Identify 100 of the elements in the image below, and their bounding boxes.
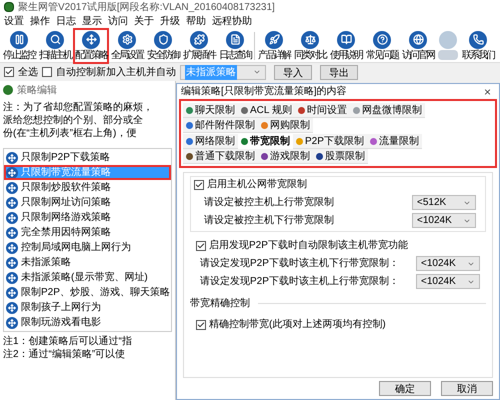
toolbar-button[interactable]: 配置策略 xyxy=(73,28,109,64)
dialog-title: 编辑策略[只限制带宽流量策略]的内容 xyxy=(181,84,347,99)
tab-icon xyxy=(186,138,193,144)
tab[interactable]: 邮件附件限制 xyxy=(183,118,258,133)
tab[interactable]: 网购限制 xyxy=(258,118,313,133)
tab-icon xyxy=(261,152,268,160)
checkbox[interactable] xyxy=(42,67,52,77)
policy-item[interactable]: 只限制网络游戏策略 xyxy=(4,210,171,225)
menu-item[interactable]: 升级 xyxy=(160,14,180,29)
tab-icon xyxy=(298,106,305,114)
panel-title: 策略编辑 xyxy=(17,84,57,98)
menu-item[interactable]: 日志 xyxy=(56,14,76,29)
tab[interactable]: 时间设置 xyxy=(294,103,350,118)
note-text: 注2：通过“编辑策略”可以使 xyxy=(3,348,126,361)
note-text: 份(在“主机列表”框右上角)，便 xyxy=(3,127,138,140)
policy-item[interactable]: 只限制炒股软件策略 xyxy=(4,180,171,195)
policy-item[interactable]: 控制局域网电脑上网行为 xyxy=(4,240,171,255)
tab[interactable]: 网络限制 xyxy=(183,134,238,149)
setting-label: 请设定发现P2P下载时该主机下行带宽限制： xyxy=(200,256,399,271)
toolbar-button[interactable]: 常见问题 xyxy=(364,28,400,64)
checkbox[interactable] xyxy=(196,240,206,250)
toolbar-text-button[interactable]: 导出 xyxy=(320,64,358,80)
toolbar-button[interactable]: 日志查询 xyxy=(217,28,253,64)
toolbar-button[interactable]: 扩展插件 xyxy=(181,28,217,64)
setting-label: 请设定被控主机上行带宽限制 xyxy=(204,196,334,210)
policy-icon xyxy=(6,196,18,208)
note-text: 派给您想控制的个别、部分或全 xyxy=(3,114,144,127)
policy-item[interactable]: 限制P2P、炒股、游戏、聊天策略 xyxy=(4,285,171,300)
tab-icon xyxy=(316,152,323,160)
toolbar-button[interactable]: 停止监控 xyxy=(1,28,37,64)
setting-label: 请设定被控主机下行带宽限制 xyxy=(204,214,334,228)
close-button[interactable]: × xyxy=(480,86,495,98)
tab-icon xyxy=(186,122,193,128)
policy-icon xyxy=(6,286,18,298)
tab-icon xyxy=(241,106,248,114)
toolbar-button[interactable]: 安全防御 xyxy=(145,28,181,64)
policy-item[interactable]: 只限制网址访问策略 xyxy=(4,195,171,210)
tab[interactable]: P2P下载限制 xyxy=(293,134,367,149)
tab-icon xyxy=(186,106,193,114)
toolbar-button[interactable]: 联系我们 xyxy=(460,28,496,64)
dropdown[interactable]: <512K xyxy=(412,195,476,210)
tab[interactable]: 游戏限制 xyxy=(258,149,313,164)
checkbox-label: 启用发现P2P下载时自动限制该主机带宽功能 xyxy=(209,238,408,253)
policy-item[interactable]: 限制孩子上网行为 xyxy=(4,300,171,315)
menu-item[interactable]: 访问 xyxy=(108,14,128,29)
tab[interactable]: 流量限制 xyxy=(366,134,422,149)
window-title: 聚生网管V2017试用版[网段名称:VLAN_20160408173231] xyxy=(18,0,275,14)
policy-item[interactable]: 限制玩游戏看电影 xyxy=(4,315,171,330)
dropdown[interactable]: <1024K xyxy=(412,213,476,228)
dropdown[interactable]: <1024K xyxy=(416,274,480,289)
policy-item[interactable]: 未指派策略 xyxy=(4,255,171,270)
policy-icon xyxy=(6,302,18,314)
note-text: 注：为了省却您配置策略的麻烦， xyxy=(3,101,154,114)
tab-icon xyxy=(296,138,303,144)
policy-icon xyxy=(6,166,18,178)
toolbar-button[interactable]: 产品详解 xyxy=(256,28,292,64)
policy-icon xyxy=(6,256,18,268)
menu-item[interactable]: 帮助 xyxy=(186,14,206,29)
toolbar-button[interactable]: 全局设置 xyxy=(109,28,145,64)
toolbar-text-button[interactable]: 导入 xyxy=(274,64,312,80)
menu-item[interactable]: 远程协助 xyxy=(212,14,252,29)
auto-control-label: 自动控制新加入主机并自动 xyxy=(56,66,176,80)
tab-icon xyxy=(186,152,193,160)
checkbox[interactable] xyxy=(194,180,204,190)
toolbar-button[interactable]: 使用说明 xyxy=(328,28,364,64)
checkbox[interactable] xyxy=(4,67,14,77)
note-text: 注1：创建策略后可以通过“指 xyxy=(3,335,133,348)
tab[interactable]: 股票限制 xyxy=(313,149,368,164)
policy-item[interactable]: 只限制P2P下载策略 xyxy=(4,150,171,165)
menu-item[interactable]: 关于 xyxy=(134,14,154,29)
menu-item[interactable]: 显示 xyxy=(82,14,102,29)
panel-icon xyxy=(3,85,13,95)
tab[interactable]: 聊天限制 xyxy=(183,103,238,118)
policy-icon xyxy=(6,316,18,328)
policy-item[interactable]: 未指派策略(显示带宽、网址) xyxy=(4,270,171,285)
checkbox-label: 精确控制带宽(此项对上述两项均有控制) xyxy=(209,318,386,332)
policy-icon xyxy=(6,226,18,238)
dropdown[interactable]: <1024K xyxy=(416,256,480,271)
menu-item[interactable]: 设置 xyxy=(4,14,24,29)
checkbox-label: 启用主机公网带宽限制 xyxy=(207,178,307,192)
select-all-label: 全选 xyxy=(18,66,38,80)
policy-icon xyxy=(6,152,18,164)
dialog-button[interactable]: 确定 xyxy=(379,381,431,396)
menu-item[interactable]: 操作 xyxy=(30,14,50,29)
tab[interactable]: ACL 规则 xyxy=(238,103,295,118)
section-heading: 带宽精确控制 xyxy=(190,296,250,311)
toolbar-button[interactable]: 同类对比 xyxy=(292,28,328,64)
toolbar-button[interactable]: 扫描主机 xyxy=(37,28,73,64)
dialog-button[interactable]: 取消 xyxy=(441,381,493,396)
tab[interactable]: 网盘微博限制 xyxy=(350,103,425,118)
policy-icon xyxy=(6,212,18,224)
setting-label: 请设定发现P2P下载时该主机上行带宽限制： xyxy=(200,274,399,289)
tab[interactable]: 普通下载限制 xyxy=(183,149,258,164)
policy-icon xyxy=(6,272,18,284)
chevron-icon xyxy=(253,68,261,76)
checkbox[interactable] xyxy=(196,320,206,330)
tab-icon xyxy=(241,138,248,144)
toolbar-button[interactable]: 访问官网 xyxy=(400,28,436,64)
tab-icon xyxy=(370,138,377,144)
policy-item[interactable]: 完全禁用因特网策略 xyxy=(4,225,171,240)
